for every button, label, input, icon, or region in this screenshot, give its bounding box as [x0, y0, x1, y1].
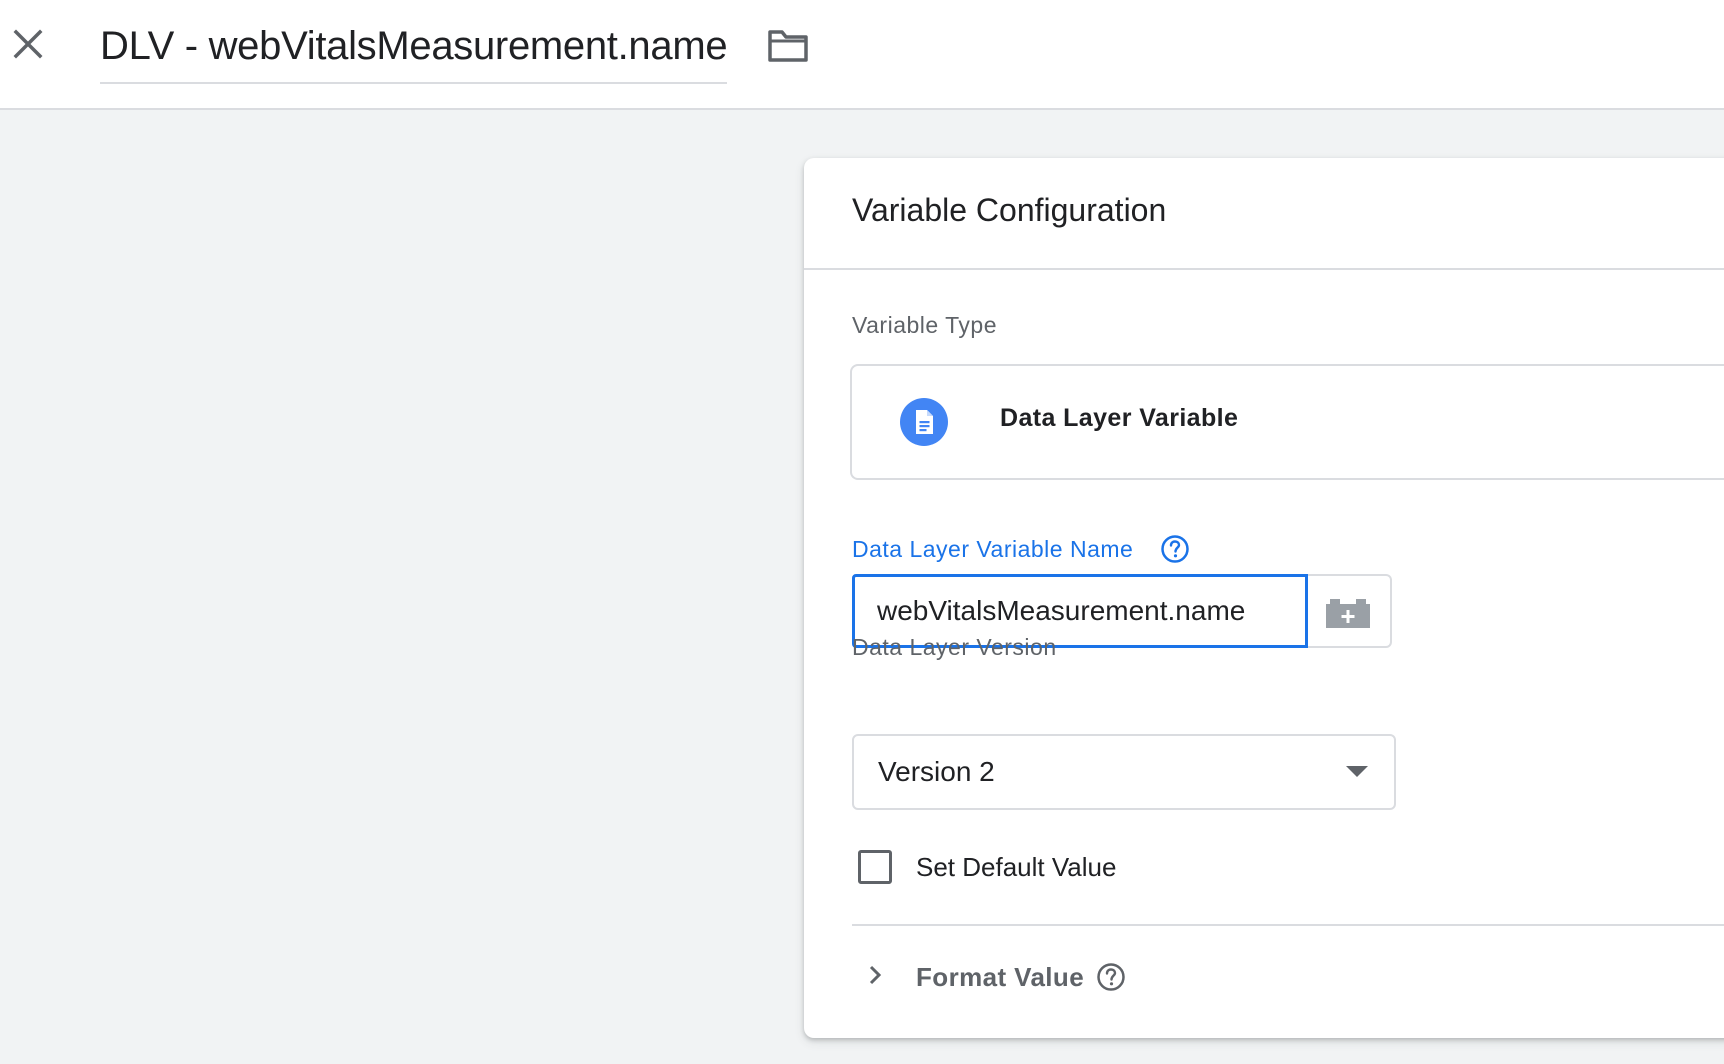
folder-icon [768, 30, 808, 62]
variable-title: DLV - webVitalsMeasurement.name [100, 24, 728, 68]
top-bar: DLV - webVitalsMeasurement.name [0, 0, 1724, 110]
help-icon[interactable] [1096, 962, 1126, 992]
close-button[interactable] [10, 26, 46, 62]
format-value-expander[interactable]: Format Value [852, 928, 1724, 1028]
help-icon[interactable] [1160, 534, 1190, 564]
variable-name-field[interactable]: DLV - webVitalsMeasurement.name [100, 18, 728, 84]
variable-type-selector[interactable]: Data Layer Variable [850, 364, 1724, 480]
document-icon [900, 398, 948, 446]
format-value-label: Format Value [916, 962, 1085, 992]
chevron-right-icon [869, 965, 882, 985]
set-default-value-label[interactable]: Set Default Value [916, 852, 1116, 883]
dlv-name-label: Data Layer Variable Name [852, 536, 1134, 562]
variable-picker-button[interactable] [1308, 574, 1392, 648]
set-default-value-checkbox[interactable] [858, 850, 892, 884]
dlv-version-label: Data Layer Version [852, 634, 1057, 660]
dlv-version-value: Version 2 [878, 756, 995, 787]
variable-type-name: Data Layer Variable [1000, 404, 1239, 432]
dlv-version-select[interactable]: Version 2 [852, 734, 1396, 810]
card-header: Variable Configuration [804, 158, 1724, 270]
section-divider [852, 924, 1724, 926]
variable-configuration-card: Variable Configuration Variable Type Dat… [804, 158, 1724, 1038]
dropdown-arrow-icon [1346, 766, 1368, 777]
card-title: Variable Configuration [852, 192, 1167, 228]
variable-type-label: Variable Type [852, 312, 998, 338]
variable-picker-icon [1326, 599, 1370, 628]
close-icon [13, 29, 43, 59]
folder-button[interactable] [766, 26, 810, 66]
